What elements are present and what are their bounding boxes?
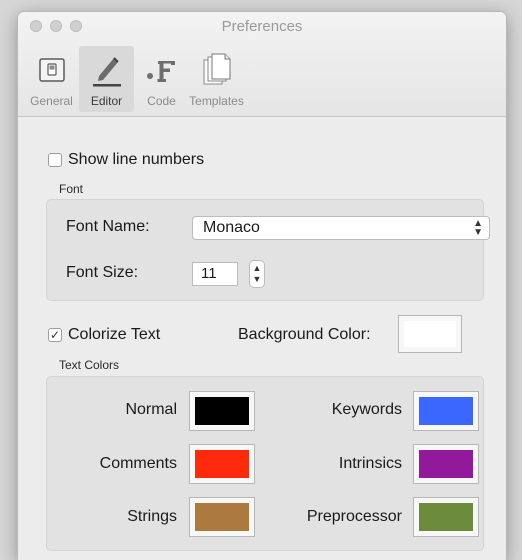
font-name-popup[interactable]: Monaco ▲ ▼ — [192, 216, 490, 240]
show-line-numbers-label: Show line numbers — [68, 151, 205, 168]
general-switch-icon — [37, 52, 67, 88]
color-swatch — [404, 321, 456, 347]
show-line-numbers-checkbox[interactable]: Show line numbers — [48, 151, 204, 169]
preferences-toolbar: General Editor Code Templates — [24, 46, 244, 112]
preferences-window: Preferences General Editor Code Template… — [18, 12, 506, 560]
window-title: Preferences — [221, 18, 303, 35]
colorize-text-label: Colorize Text — [68, 326, 161, 343]
text-colors-group: Normal Comments Strings Keywords Intrins… — [46, 376, 484, 551]
color-swatch — [419, 450, 473, 478]
tab-templates-label: Templates — [189, 94, 244, 108]
color-label-keywords: Keywords — [331, 401, 402, 418]
font-name-value: Monaco — [203, 219, 260, 236]
color-well-normal[interactable] — [189, 391, 255, 431]
color-well-intrinsics[interactable] — [413, 444, 479, 484]
tab-code-label: Code — [147, 94, 176, 108]
color-well-comments[interactable] — [189, 444, 255, 484]
color-label-comments: Comments — [99, 455, 177, 472]
color-swatch — [195, 397, 249, 425]
font-size-stepper[interactable]: ▲ ▼ — [249, 260, 265, 288]
color-well-preprocessor[interactable] — [413, 497, 479, 537]
color-well-keywords[interactable] — [413, 391, 479, 431]
checkbox-box[interactable] — [48, 153, 62, 167]
stepper-down-icon[interactable]: ▼ — [253, 274, 262, 284]
color-swatch — [195, 503, 249, 531]
tab-code[interactable]: Code — [134, 46, 189, 112]
checkbox-box[interactable]: ✓ — [48, 328, 62, 342]
font-size-field[interactable]: 11 — [192, 262, 238, 286]
stepper-up-icon[interactable]: ▲ — [253, 263, 262, 273]
color-label-preprocessor: Preprocessor — [306, 508, 402, 525]
font-size-label: Font Size: — [66, 264, 139, 281]
pencil-icon — [90, 52, 124, 88]
color-label-strings: Strings — [127, 508, 177, 525]
color-well-strings[interactable] — [189, 497, 255, 537]
background-color-label: Background Color: — [238, 326, 371, 343]
font-group: Font Name: Monaco ▲ ▼ Font Size: 11 ▲ ▼ — [46, 199, 490, 301]
titlebar: Preferences General Editor Code Template… — [18, 12, 506, 117]
documents-icon — [200, 52, 234, 88]
color-label-normal: Normal — [125, 401, 177, 418]
updown-chevron-icon: ▲ ▼ — [473, 218, 483, 238]
tab-general[interactable]: General — [24, 46, 79, 112]
dot-f-icon — [144, 52, 180, 88]
color-swatch — [419, 503, 473, 531]
colorize-text-checkbox[interactable]: ✓ Colorize Text — [48, 326, 160, 344]
color-swatch — [419, 397, 473, 425]
text-colors-group-label: Text Colors — [59, 358, 120, 372]
tab-templates[interactable]: Templates — [189, 46, 244, 112]
font-group-label: Font — [59, 182, 84, 196]
tab-editor-label: Editor — [90, 94, 123, 108]
font-name-label: Font Name: — [66, 218, 150, 235]
tab-editor[interactable]: Editor — [79, 46, 134, 112]
color-label-intrinsics: Intrinsics — [338, 455, 402, 472]
font-size-value: 11 — [201, 265, 217, 282]
tab-general-label: General — [30, 94, 73, 108]
editor-pane: Show line numbers Font Font Name: Monaco… — [18, 117, 506, 560]
background-color-well[interactable] — [398, 315, 462, 353]
color-swatch — [195, 450, 249, 478]
